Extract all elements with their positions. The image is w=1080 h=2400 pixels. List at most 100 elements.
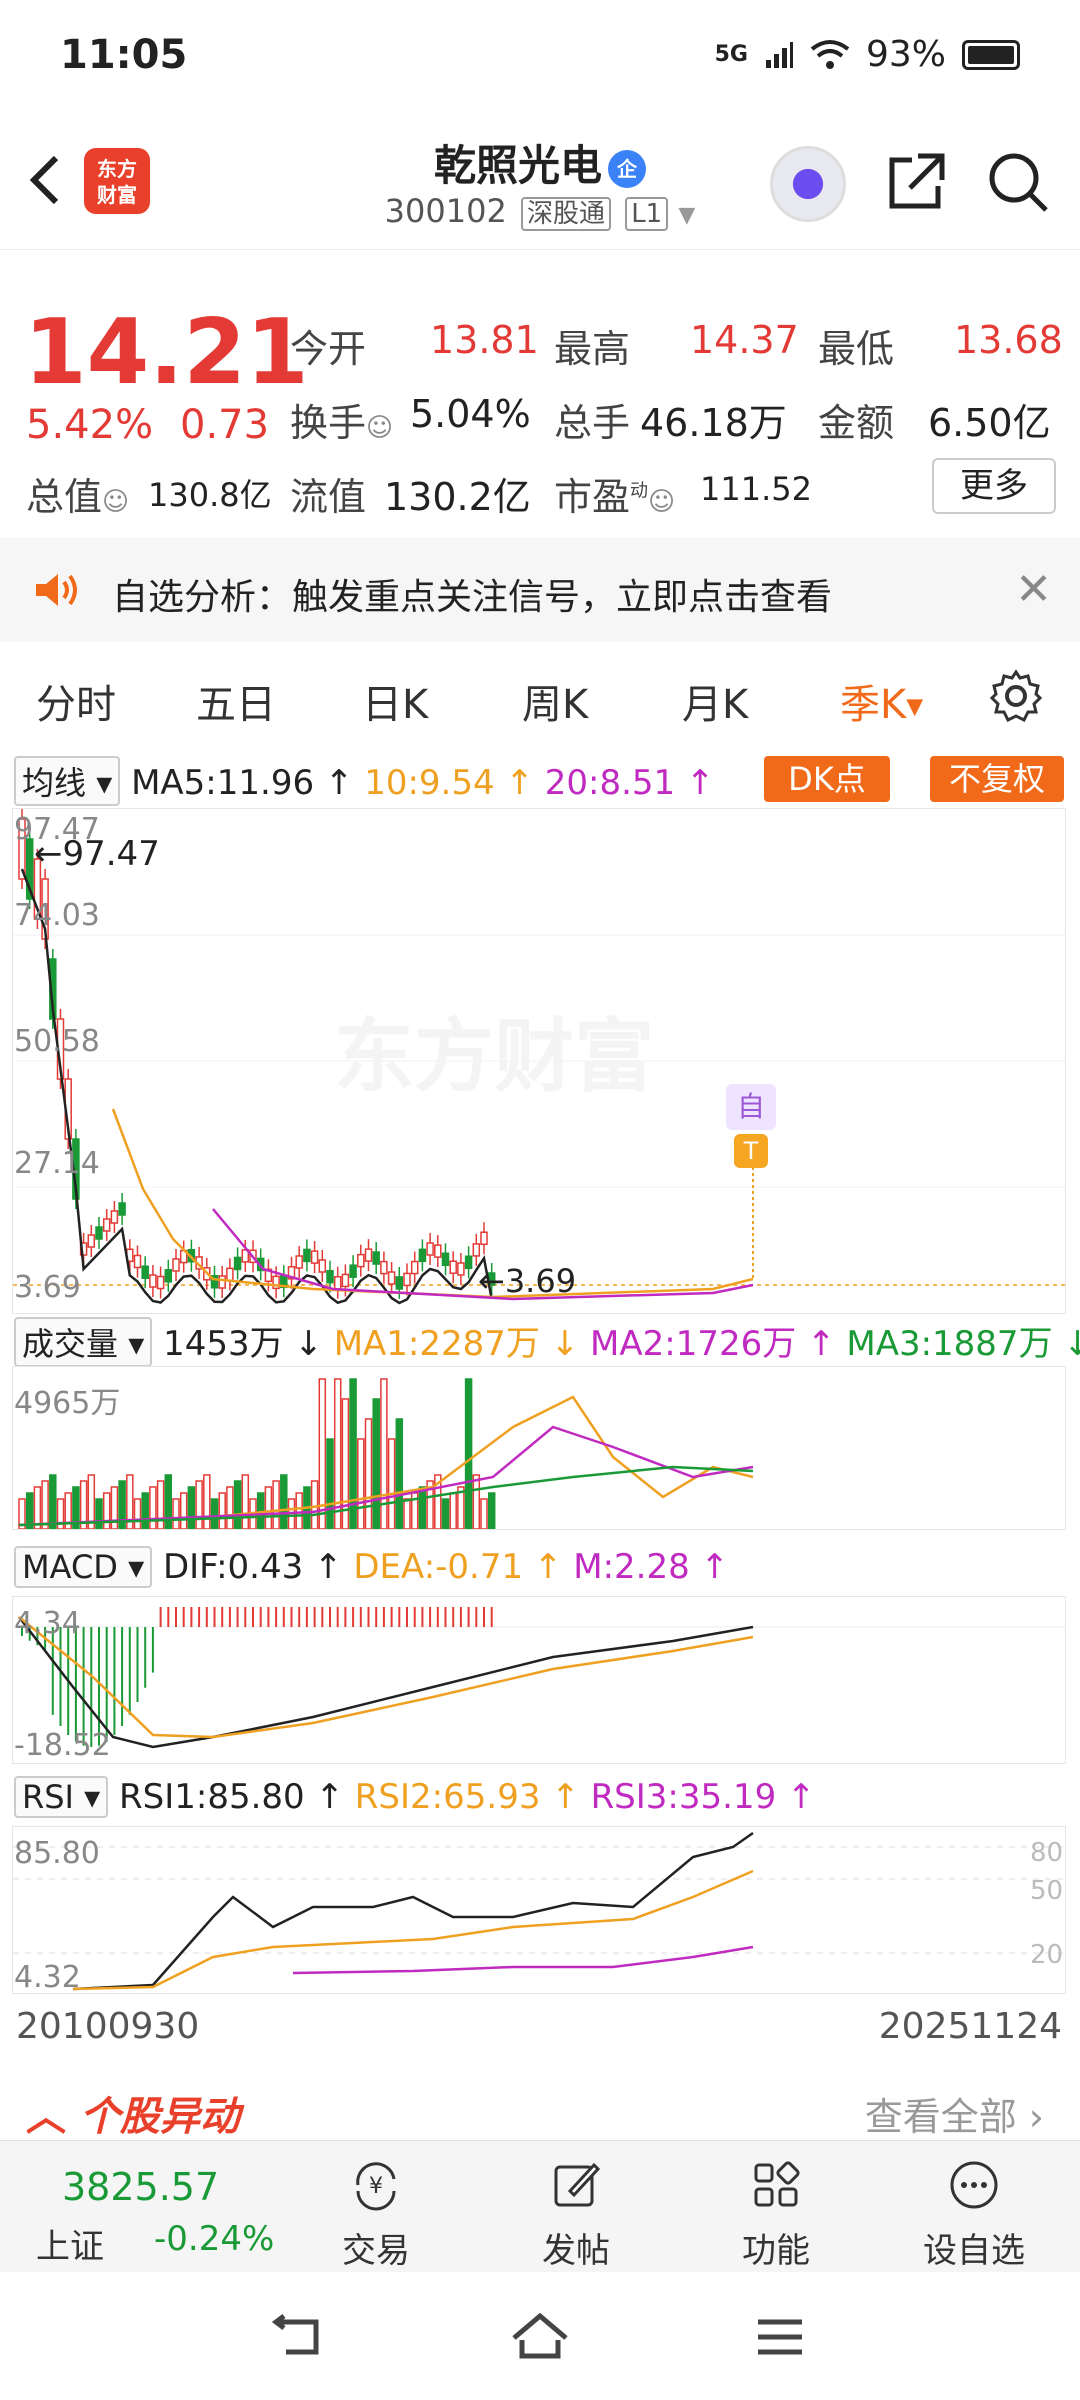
candle <box>441 1252 450 1266</box>
pe-label: 市盈动☺ <box>554 475 676 519</box>
rsi-chart[interactable] <box>12 1826 1066 1994</box>
rsi-indicator-dropdown[interactable]: RSI ▾ <box>14 1776 109 1818</box>
caret-down-icon: ▼ <box>678 203 696 228</box>
notice-banner[interactable]: 自选分析：触发重点关注信号，立即点击查看 ✕ <box>0 538 1080 642</box>
volume-bar <box>179 1492 188 1530</box>
volume-bar <box>349 1378 357 1530</box>
rsi1-line <box>72 1831 754 1991</box>
volume-bar <box>487 1492 496 1530</box>
nav-add-watchlist[interactable]: 设自选 <box>914 2157 1034 2272</box>
turnover-label: 换手☺ <box>290 401 394 445</box>
amount-value: 6.50亿 <box>928 401 1051 445</box>
volume-max-label: 4965万 <box>14 1386 121 1421</box>
candle <box>333 1276 342 1290</box>
status-bar: 11:05 5G 93% <box>0 0 1080 110</box>
network-label: 5G <box>714 42 748 67</box>
volume-bar <box>395 1418 404 1530</box>
volume-bar <box>449 1492 457 1530</box>
kline-indicator-dropdown[interactable]: 均线 ▾ <box>14 756 121 806</box>
rsi-level-80: 80 <box>1030 1838 1064 1868</box>
candle <box>87 1234 96 1248</box>
volume-bar <box>472 1474 481 1530</box>
kline-indicator-bar: 均线 ▾ MA5:11.96 ↑ 10:9.54 ↑ 20:8.51 ↑ <box>14 756 714 806</box>
index-widget[interactable]: 3825.57 上证 -0.24% <box>0 2141 300 2273</box>
tab-five-day[interactable]: 五日 <box>196 672 276 730</box>
candle <box>164 1269 173 1283</box>
volume-bar <box>226 1486 234 1530</box>
candle <box>102 1218 111 1232</box>
dk-button[interactable]: DK点 <box>764 756 890 802</box>
rsi-top-label: 85.80 <box>14 1836 100 1871</box>
ai-assistant-icon[interactable] <box>770 146 846 222</box>
volume-bar <box>241 1474 250 1530</box>
home-nav-icon[interactable] <box>508 2308 572 2364</box>
candle <box>364 1248 373 1262</box>
tab-daily[interactable]: 日K <box>362 672 428 730</box>
trade-tag[interactable]: T <box>734 1134 768 1168</box>
wifi-icon <box>810 39 850 69</box>
volume-bar <box>441 1498 450 1530</box>
volume-bar <box>172 1498 180 1530</box>
macd-indicator-bar: MACD ▾ DIF:0.43 ↑ DEA:-0.71 ↑ M:2.28 ↑ <box>14 1546 729 1588</box>
rsi3-value: RSI3:35.19 ↑ <box>590 1777 816 1817</box>
open-label: 今开 <box>290 327 367 371</box>
volume-bar <box>464 1378 473 1530</box>
more-circle-icon <box>950 2161 998 2209</box>
volume-bar <box>357 1438 365 1530</box>
connect-tag: 深股通 <box>521 197 612 231</box>
index-percent: -0.24% <box>154 2219 275 2259</box>
tab-weekly[interactable]: 周K <box>522 672 588 730</box>
tab-monthly[interactable]: 月K <box>682 672 748 730</box>
gear-icon[interactable] <box>988 668 1044 724</box>
share-icon[interactable] <box>884 150 948 214</box>
close-icon[interactable]: ✕ <box>1015 564 1052 615</box>
candle <box>457 1262 465 1276</box>
volume-indicator-dropdown[interactable]: 成交量 ▾ <box>14 1317 153 1367</box>
candle <box>326 1269 334 1284</box>
float-value: 130.2亿 <box>384 475 531 519</box>
period-tabs: 分时 五日 日K 周K 月K 季K▼ <box>0 660 1080 740</box>
volume-svg <box>18 1378 754 1530</box>
tab-intraday[interactable]: 分时 <box>36 672 116 730</box>
ma10-value: 10:9.54 ↑ <box>364 763 534 803</box>
high-value: 14.37 <box>690 318 799 362</box>
stock-movement-title[interactable]: ︿ 个股异动 <box>26 2084 240 2142</box>
volume-chart[interactable] <box>12 1366 1066 1530</box>
nav-functions[interactable]: 功能 <box>716 2157 836 2272</box>
menu-nav-icon[interactable] <box>752 2312 808 2362</box>
candle <box>226 1267 234 1282</box>
volume-current: 1453万 ↓ <box>163 1324 323 1364</box>
tab-quarterly[interactable]: 季K▼ <box>840 672 923 730</box>
candle <box>233 1256 242 1271</box>
nav-trade[interactable]: ¥ 交易 <box>316 2157 436 2272</box>
candle <box>449 1260 457 1274</box>
macd-dea: DEA:-0.71 ↑ <box>353 1547 563 1587</box>
change-amount: 0.73 <box>180 402 270 448</box>
self-select-tag[interactable]: 自 <box>726 1084 776 1130</box>
chevron-right-icon: › <box>1028 2095 1044 2139</box>
volume-bar <box>295 1492 303 1530</box>
search-icon[interactable] <box>986 150 1050 214</box>
watermark: 东方财富 <box>334 1010 654 1103</box>
signal-icon <box>765 41 793 68</box>
volume-bar <box>133 1498 142 1530</box>
view-all-link[interactable]: 查看全部 › <box>865 2086 1044 2141</box>
enterprise-badge: 企 <box>608 149 646 188</box>
macd-chart[interactable] <box>12 1596 1066 1764</box>
nav-post[interactable]: 发帖 <box>516 2157 636 2272</box>
macd-dif: DIF:0.43 ↑ <box>162 1547 343 1587</box>
adjustment-button[interactable]: 不复权 <box>930 756 1064 802</box>
candle <box>310 1250 319 1264</box>
rsi-indicator-bar: RSI ▾ RSI1:85.80 ↑ RSI2:65.93 ↑ RSI3:35.… <box>14 1776 816 1818</box>
candle <box>341 1273 350 1288</box>
max-price-marker: ←97.47 <box>34 834 160 874</box>
level-tag: L1 <box>625 197 669 231</box>
ma20-value: 20:8.51 ↑ <box>544 763 715 803</box>
back-nav-icon[interactable] <box>270 2312 330 2362</box>
more-button[interactable]: 更多 <box>932 458 1056 514</box>
volume-ma2: MA2:1726万 ↑ <box>590 1324 836 1364</box>
last-price: 14.21 <box>24 300 309 405</box>
candle <box>472 1243 481 1257</box>
macd-indicator-dropdown[interactable]: MACD ▾ <box>14 1546 153 1588</box>
volume-bar <box>203 1474 211 1530</box>
